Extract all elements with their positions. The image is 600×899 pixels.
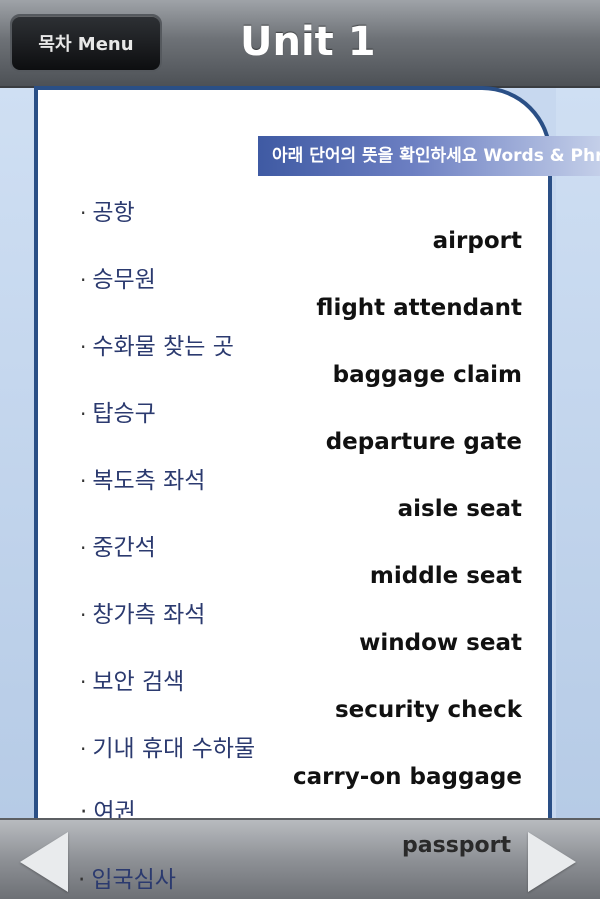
vocab-korean-7: · 창가측 좌석 bbox=[80, 602, 206, 628]
vocab-english-1: airport bbox=[432, 228, 522, 254]
vocab-korean-6: · 중간석 bbox=[80, 535, 156, 561]
vocab-english-8: security check bbox=[334, 697, 522, 723]
left-side-strip bbox=[0, 88, 36, 818]
vocab-korean-1: · 공항 bbox=[80, 200, 135, 226]
menu-button[interactable]: 목차 Menu bbox=[10, 14, 162, 72]
bullet-icon: · bbox=[80, 268, 87, 292]
previous-arrow-icon[interactable] bbox=[20, 832, 68, 892]
vocab-english-5: aisle seat bbox=[397, 496, 522, 522]
vocab-korean-11: · 입국심사 bbox=[78, 867, 176, 893]
vocab-korean-4: · 탑승구 bbox=[80, 401, 156, 427]
vocab-korean-9: · 기내 휴대 수하물 bbox=[80, 736, 256, 762]
page-title: Unit 1 bbox=[240, 19, 376, 65]
bullet-icon: · bbox=[78, 867, 86, 893]
vocab-korean-3: · 수화물 찾는 곳 bbox=[80, 334, 234, 360]
vocab-korean-8: · 보안 검색 bbox=[80, 669, 185, 695]
vocab-english-7: window seat bbox=[359, 630, 522, 656]
next-arrow-icon[interactable] bbox=[528, 832, 576, 892]
right-side-strip bbox=[556, 88, 600, 818]
vocab-english-6: middle seat bbox=[369, 563, 522, 589]
vocab-english-2: flight attendant bbox=[316, 295, 522, 321]
bullet-icon: · bbox=[80, 737, 87, 761]
bullet-icon: · bbox=[80, 335, 87, 359]
vocab-english-10: passport bbox=[402, 833, 512, 858]
bullet-icon: · bbox=[80, 670, 87, 694]
navigation-bar: 목차 Menu Unit 1 bbox=[0, 0, 600, 88]
section-header: 아래 단어의 뜻을 확인하세요 Words & Phrases 1 bbox=[258, 136, 600, 176]
vocab-english-3: baggage claim bbox=[332, 362, 522, 388]
vocab-korean-2: · 승무원 bbox=[80, 267, 156, 293]
vocab-english-4: departure gate bbox=[325, 429, 522, 455]
bullet-icon: · bbox=[80, 603, 87, 627]
vocab-english-9: carry-on baggage bbox=[292, 764, 522, 790]
bullet-icon: · bbox=[80, 402, 87, 426]
vocab-korean-5: · 복도측 좌석 bbox=[80, 468, 206, 494]
bullet-icon: · bbox=[80, 469, 87, 493]
bullet-icon: · bbox=[80, 201, 87, 225]
bullet-icon: · bbox=[80, 536, 87, 560]
